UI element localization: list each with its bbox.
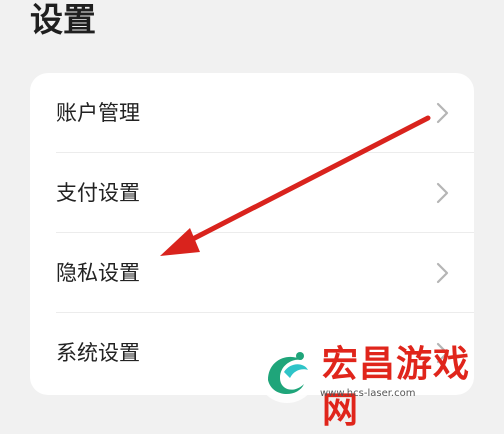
settings-item-privacy[interactable]: 隐私设置	[30, 233, 474, 313]
chevron-right-icon	[436, 262, 449, 284]
settings-item-label: 支付设置	[56, 181, 140, 205]
settings-item-label: 系统设置	[56, 341, 140, 365]
settings-item-label: 账户管理	[56, 101, 140, 125]
watermark: 宏昌游戏网 www.hcs-laser.com	[252, 338, 502, 431]
watermark-url: www.hcs-laser.com	[320, 388, 416, 399]
watermark-logo-icon	[257, 343, 317, 403]
settings-item-account[interactable]: 账户管理	[30, 73, 474, 153]
page-title: 设置	[30, 0, 96, 39]
chevron-right-icon	[436, 182, 449, 204]
settings-item-payment[interactable]: 支付设置	[30, 153, 474, 233]
chevron-right-icon	[436, 102, 449, 124]
settings-item-label: 隐私设置	[56, 261, 140, 285]
